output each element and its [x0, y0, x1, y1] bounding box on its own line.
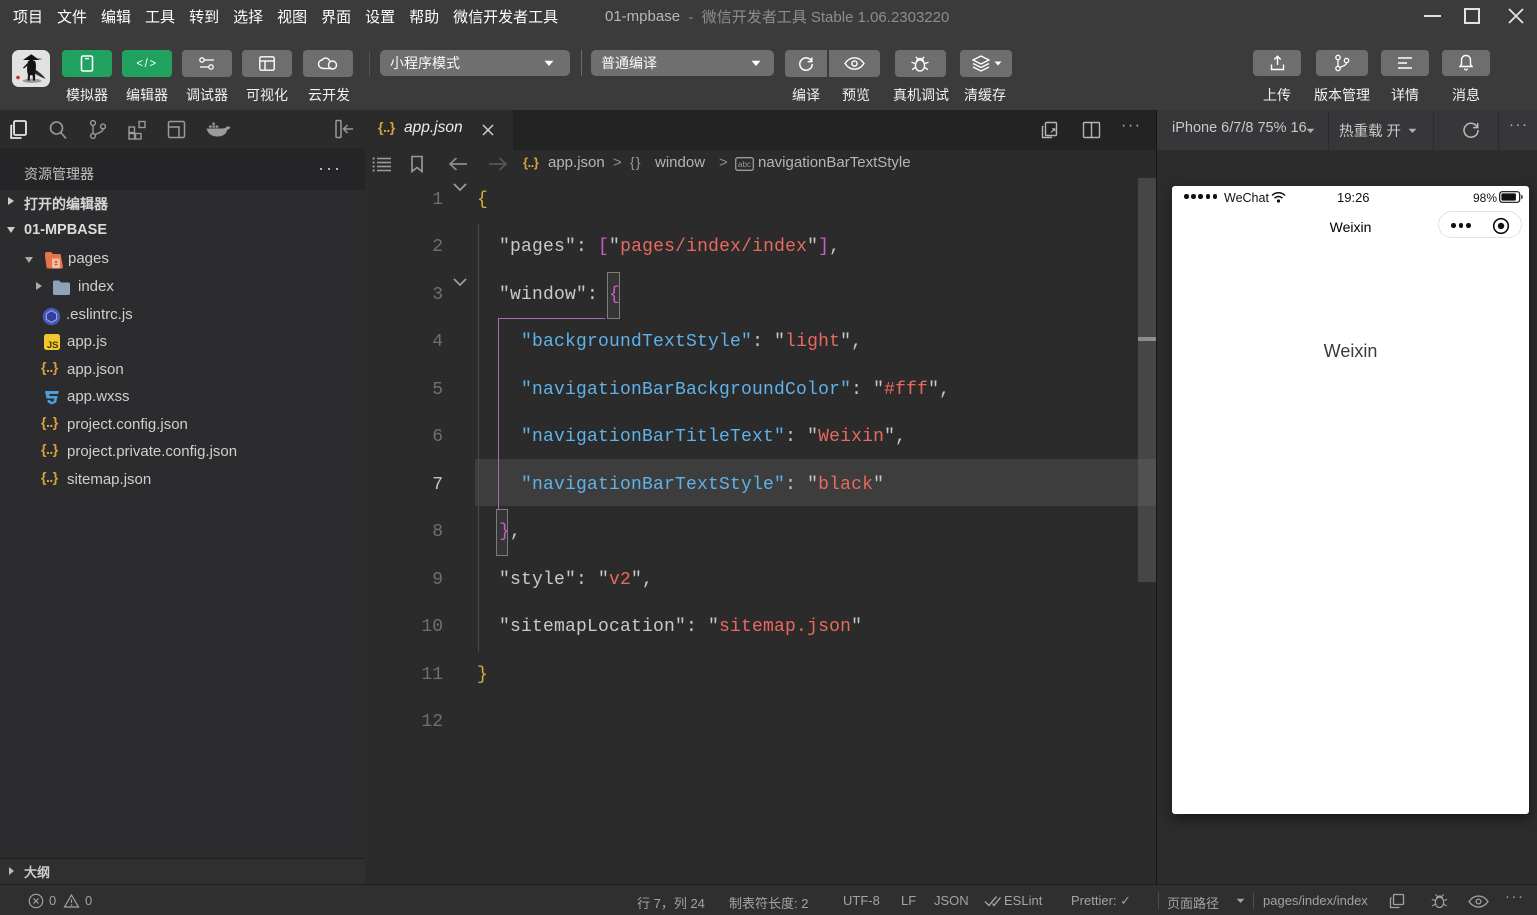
svg-text:abc: abc [738, 160, 751, 169]
